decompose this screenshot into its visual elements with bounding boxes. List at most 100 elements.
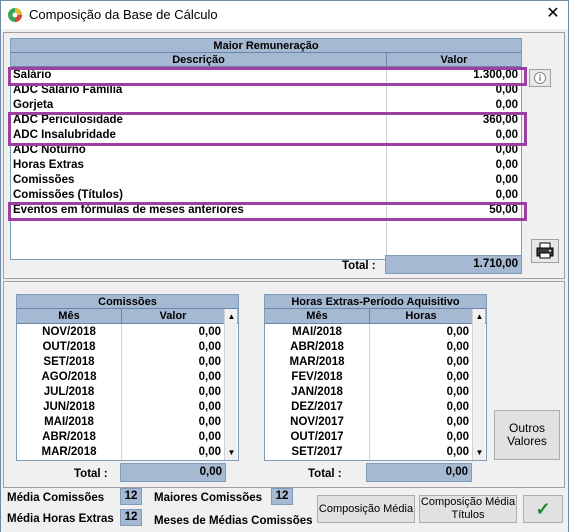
horas-extras-total-value: 0,00 bbox=[366, 463, 472, 482]
list-item[interactable]: JUL/2018 0,00 bbox=[17, 385, 224, 400]
row-horas: 0,00 bbox=[446, 356, 469, 368]
grid-title: Maior Remuneração bbox=[11, 39, 521, 53]
column-header-mes[interactable]: Mês bbox=[17, 309, 122, 324]
comissoes-title: Comissões bbox=[17, 295, 238, 309]
row-mes: OUT/2018 bbox=[42, 341, 96, 353]
info-icon bbox=[534, 72, 546, 84]
list-item[interactable]: OUT/2018 0,00 bbox=[17, 340, 224, 355]
row-descricao: Gorjeta bbox=[13, 99, 54, 111]
table-row[interactable]: Comissões (Títulos) 0,00 bbox=[11, 188, 521, 203]
close-button[interactable]: ✕ bbox=[538, 1, 568, 29]
row-valor: 0,00 bbox=[495, 159, 518, 171]
comissoes-grid[interactable]: Comissões Mês Valor NOV/2018 0,00 OUT/201… bbox=[16, 294, 239, 461]
table-row[interactable]: Horas Extras 0,00 bbox=[11, 158, 521, 173]
row-horas: 0,00 bbox=[446, 326, 469, 338]
row-horas: 0,00 bbox=[446, 371, 469, 383]
printer-icon bbox=[536, 242, 554, 259]
composicao-media-button[interactable]: Composição Média bbox=[317, 495, 415, 523]
list-item[interactable]: MAR/2018 0,00 bbox=[265, 355, 472, 370]
table-row[interactable]: Gorjeta 0,00 bbox=[11, 98, 521, 113]
column-header-horas[interactable]: Horas bbox=[370, 309, 472, 324]
list-item[interactable]: OUT/2017 0,00 bbox=[265, 430, 472, 445]
row-valor: 0,00 bbox=[495, 99, 518, 111]
row-mes: SET/2017 bbox=[291, 446, 343, 458]
scroll-up-icon[interactable]: ▲ bbox=[225, 310, 238, 323]
list-item[interactable]: ABR/2018 0,00 bbox=[17, 430, 224, 445]
client-area: Maior Remuneração Descrição Valor Salári… bbox=[1, 29, 568, 532]
horas-extras-scrollbar[interactable]: ▲ ▼ bbox=[472, 309, 485, 460]
row-horas: 0,00 bbox=[446, 416, 469, 428]
comissoes-scrollbar[interactable]: ▲ ▼ bbox=[224, 309, 237, 460]
media-comissoes-value: 12 bbox=[120, 488, 142, 505]
list-item[interactable]: NOV/2017 0,00 bbox=[265, 415, 472, 430]
row-valor: 0,00 bbox=[495, 174, 518, 186]
column-header-valor[interactable]: Valor bbox=[122, 309, 224, 324]
row-mes: MAI/2018 bbox=[44, 416, 94, 428]
row-mes: AGO/2018 bbox=[41, 371, 97, 383]
horas-extras-grid[interactable]: Horas Extras-Período Aquisitivo Mês Hora… bbox=[264, 294, 487, 461]
media-comissoes-label: Média Comissões bbox=[7, 492, 105, 504]
maior-remuneracao-panel: Maior Remuneração Descrição Valor Salári… bbox=[3, 32, 565, 279]
row-valor: 0,00 bbox=[198, 326, 221, 338]
scroll-up-icon[interactable]: ▲ bbox=[473, 310, 486, 323]
meses-medias-label: Meses de Médias Comissões bbox=[154, 515, 313, 527]
print-button[interactable] bbox=[531, 239, 559, 263]
row-mes: NOV/2017 bbox=[290, 416, 344, 428]
outros-valores-button[interactable]: Outros Valores bbox=[494, 410, 560, 460]
media-horas-extras-label: Média Horas Extras bbox=[7, 513, 114, 525]
highlight-adc bbox=[8, 112, 527, 146]
row-mes: ABR/2018 bbox=[290, 341, 344, 353]
row-valor: 0,00 bbox=[198, 446, 221, 458]
confirm-button[interactable]: ✓ bbox=[523, 495, 563, 523]
list-item[interactable]: DEZ/2017 0,00 bbox=[265, 400, 472, 415]
table-row[interactable]: Comissões 0,00 bbox=[11, 173, 521, 188]
list-item[interactable]: NOV/2018 0,00 bbox=[17, 325, 224, 340]
composicao-media-titulos-button[interactable]: Composição Média Títulos bbox=[419, 495, 517, 523]
row-valor: 0,00 bbox=[198, 341, 221, 353]
info-button[interactable] bbox=[529, 69, 551, 87]
horas-extras-column-headers: Mês Horas bbox=[265, 309, 486, 324]
row-mes: FEV/2018 bbox=[291, 371, 343, 383]
list-item[interactable]: FEV/2018 0,00 bbox=[265, 370, 472, 385]
row-mes: DEZ/2017 bbox=[291, 401, 343, 413]
row-mes: JAN/2018 bbox=[291, 386, 343, 398]
grid-column-headers: Descrição Valor bbox=[11, 53, 521, 67]
highlight-eventos bbox=[8, 202, 527, 221]
list-item[interactable]: MAI/2018 0,00 bbox=[265, 325, 472, 340]
title-bar: Composição da Base de Cálculo ✕ bbox=[1, 1, 568, 29]
lower-panel: Comissões Mês Valor NOV/2018 0,00 OUT/201… bbox=[3, 281, 565, 488]
list-item[interactable]: SET/2018 0,00 bbox=[17, 355, 224, 370]
row-horas: 0,00 bbox=[446, 401, 469, 413]
column-header-mes[interactable]: Mês bbox=[265, 309, 370, 324]
comissoes-column-headers: Mês Valor bbox=[17, 309, 238, 324]
row-valor: 0,00 bbox=[198, 431, 221, 443]
row-valor: 0,00 bbox=[198, 386, 221, 398]
row-mes: MAR/2018 bbox=[289, 356, 345, 368]
maiores-comissoes-label: Maiores Comissões bbox=[154, 492, 263, 504]
row-valor: 0,00 bbox=[198, 356, 221, 368]
column-header-valor[interactable]: Valor bbox=[387, 53, 521, 67]
row-horas: 0,00 bbox=[446, 386, 469, 398]
horas-extras-title: Horas Extras-Período Aquisitivo bbox=[265, 295, 486, 309]
column-header-descricao[interactable]: Descrição bbox=[11, 53, 387, 67]
list-item[interactable]: MAR/2018 0,00 bbox=[17, 445, 224, 460]
highlight-salario bbox=[8, 67, 527, 86]
row-valor: 0,00 bbox=[495, 189, 518, 201]
list-item[interactable]: MAI/2018 0,00 bbox=[17, 415, 224, 430]
list-item[interactable]: AGO/2018 0,00 bbox=[17, 370, 224, 385]
row-horas: 0,00 bbox=[446, 341, 469, 353]
media-horas-extras-value: 12 bbox=[120, 509, 142, 526]
list-item[interactable]: ABR/2018 0,00 bbox=[265, 340, 472, 355]
scroll-down-icon[interactable]: ▼ bbox=[473, 446, 486, 459]
row-valor: 0,00 bbox=[198, 416, 221, 428]
scroll-down-icon[interactable]: ▼ bbox=[225, 446, 238, 459]
row-valor: 0,00 bbox=[198, 371, 221, 383]
list-item[interactable]: SET/2017 0,00 bbox=[265, 445, 472, 460]
list-item[interactable]: JUN/2018 0,00 bbox=[17, 400, 224, 415]
close-icon: ✕ bbox=[546, 5, 560, 22]
total-label: Total : bbox=[342, 260, 376, 272]
row-descricao: Comissões bbox=[13, 174, 75, 186]
list-item[interactable]: JAN/2018 0,00 bbox=[265, 385, 472, 400]
row-mes: JUN/2018 bbox=[43, 401, 95, 413]
row-valor: 0,00 bbox=[198, 401, 221, 413]
